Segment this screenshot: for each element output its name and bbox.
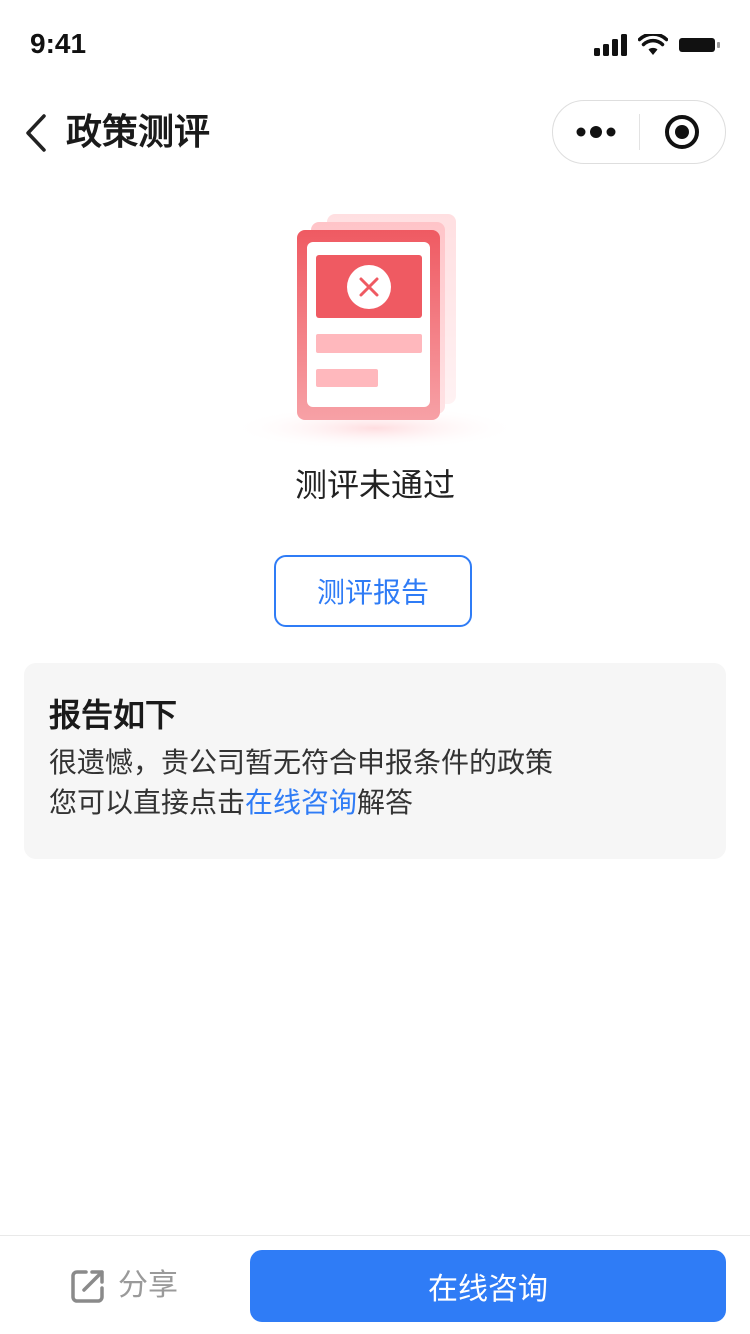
more-icon: [576, 126, 616, 138]
more-button[interactable]: [553, 100, 639, 164]
back-chevron-icon: [26, 114, 46, 152]
status-bar: 9:41: [0, 0, 750, 88]
share-label: 分享: [118, 1268, 178, 1303]
online-consult-link[interactable]: 在线咨询: [245, 786, 357, 819]
online-consult-button[interactable]: 在线咨询: [250, 1250, 726, 1322]
page-title: 政策测评: [66, 112, 211, 153]
status-time: 9:41: [30, 28, 87, 59]
close-miniprogram-button[interactable]: [640, 100, 726, 164]
signal-icon: [594, 34, 627, 56]
status-icons: [594, 34, 722, 56]
close-circle-icon: [665, 115, 700, 149]
report-hint-suffix: 解答: [357, 786, 414, 819]
bottom-bar: 分享 在线咨询: [0, 1235, 750, 1334]
report-button[interactable]: 测评报告: [274, 555, 472, 627]
share-button[interactable]: 分享: [70, 1266, 178, 1306]
report-message: 很遗憾，贵公司暂无符合申报条件的政策: [49, 746, 554, 779]
result-title: 测评未通过: [294, 466, 455, 504]
report-hint-prefix: 您可以直接点击: [49, 786, 246, 819]
nav-bar: 政策测评: [0, 88, 750, 178]
report-card: 报告如下 很遗憾，贵公司暂无符合申报条件的政策 您可以直接点击在线咨询解答: [24, 663, 726, 859]
wifi-icon: [638, 34, 668, 55]
share-icon: [71, 1270, 104, 1303]
miniprogram-capsule: [552, 100, 726, 164]
failed-illustration: [225, 200, 525, 450]
battery-icon: [679, 38, 720, 52]
report-heading: 报告如下: [49, 696, 178, 734]
report-hint: 您可以直接点击在线咨询解答: [49, 783, 701, 823]
back-button[interactable]: [16, 108, 56, 158]
